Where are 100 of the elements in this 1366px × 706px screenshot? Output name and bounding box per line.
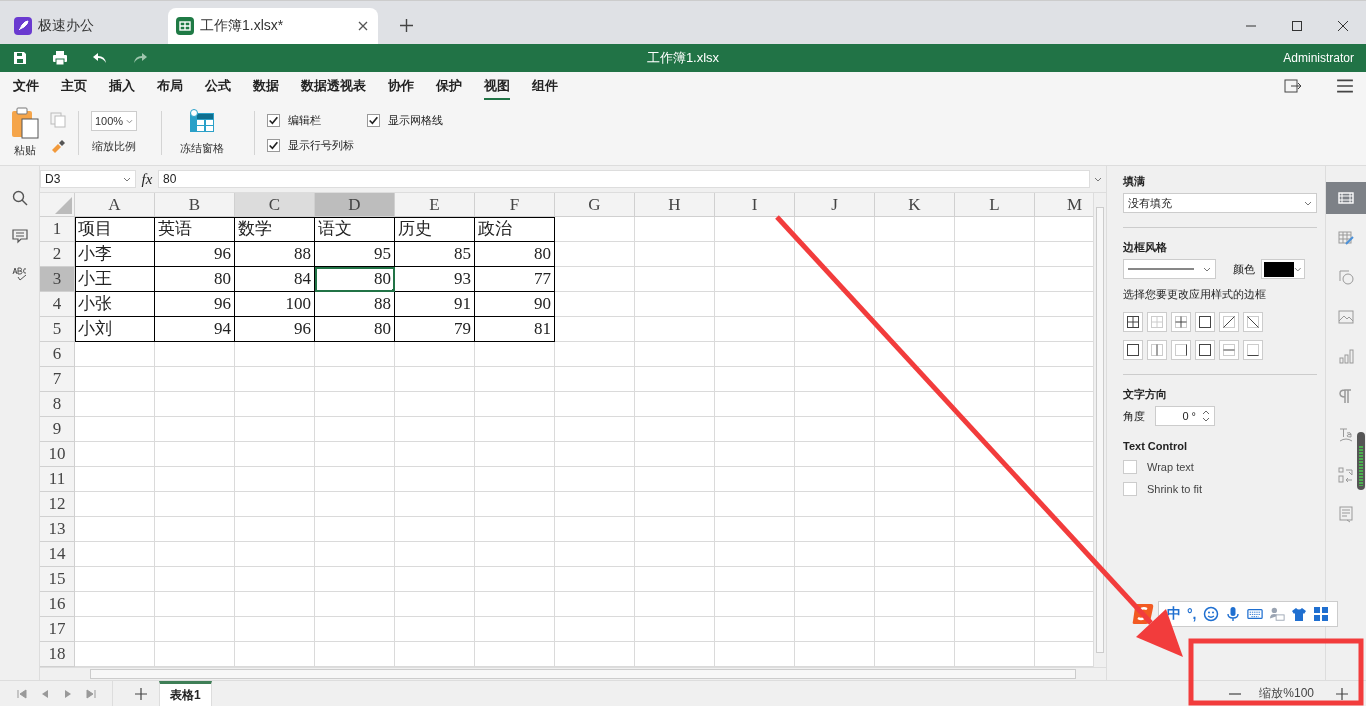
column-header[interactable]: I [715,193,795,217]
border-style-button[interactable] [1123,312,1143,332]
cell-name-box[interactable]: D3 [40,170,136,188]
checkbox[interactable] [267,113,280,127]
menu-tab[interactable]: 保护 [436,72,462,100]
row-header[interactable]: 17 [40,617,75,642]
column-header[interactable]: D [315,193,395,217]
column-header[interactable]: G [555,193,635,217]
table-cell[interactable]: 94 [155,317,235,342]
table-cell[interactable]: 80 [155,267,235,292]
smiley-icon[interactable] [1202,606,1219,622]
column-header[interactable]: C [235,193,315,217]
border-style-button[interactable] [1219,312,1239,332]
menu-tab[interactable]: 插入 [109,72,135,100]
browser-tab[interactable]: 工作簿1.xlsx* [168,8,378,44]
table-cell[interactable]: 80 [475,242,555,267]
row-header[interactable]: 14 [40,542,75,567]
row-header[interactable]: 12 [40,492,75,517]
table-cell[interactable]: 80 [315,267,395,292]
column-header[interactable]: B [155,193,235,217]
cell-settings-button[interactable] [1326,182,1366,214]
border-style-button[interactable] [1171,340,1191,360]
row-header[interactable]: 8 [40,392,75,417]
border-style-button[interactable] [1195,312,1215,332]
table-cell[interactable]: 项目 [75,217,155,242]
menu-tab[interactable]: 数据透视表 [301,72,366,100]
line-style-dropdown[interactable] [1123,259,1216,279]
table-cell[interactable]: 91 [395,292,475,317]
table-cell[interactable]: 100 [235,292,315,317]
scrollbar-thumb[interactable] [1357,432,1365,490]
export-icon[interactable] [1284,78,1302,94]
table-cell[interactable]: 语文 [315,217,395,242]
row-header[interactable]: 9 [40,417,75,442]
border-style-button[interactable] [1243,340,1263,360]
expand-icon[interactable] [1094,176,1102,182]
column-header[interactable]: J [795,193,875,217]
column-header[interactable]: M [1035,193,1093,217]
close-icon[interactable] [1337,20,1349,32]
checkbox[interactable] [1123,482,1137,496]
microphone-icon[interactable] [1224,606,1241,622]
row-header[interactable]: 18 [40,642,75,667]
table-cell[interactable]: 小王 [75,267,155,292]
table-cell[interactable]: 77 [475,267,555,292]
keyboard-icon[interactable] [1246,606,1263,622]
table-cell[interactable]: 96 [235,317,315,342]
menu-tab[interactable]: 文件 [13,72,39,100]
menu-tab[interactable]: 主页 [61,72,87,100]
last-sheet-icon[interactable] [86,688,96,699]
freeze-panes-button[interactable]: 冻结窗格 [162,109,242,156]
grid-icon[interactable] [1312,606,1329,622]
row-header[interactable]: 16 [40,592,75,617]
paste-button[interactable]: 粘贴 [10,107,40,158]
spellcheck-icon[interactable] [11,266,28,282]
zoom-dropdown[interactable]: 100% [91,111,137,131]
table-cell[interactable]: 81 [475,317,555,342]
save-icon[interactable] [12,50,28,66]
column-header[interactable]: K [875,193,955,217]
row-header[interactable]: 3 [40,267,75,292]
row-header[interactable]: 7 [40,367,75,392]
next-sheet-icon[interactable] [63,688,73,699]
border-style-button[interactable] [1243,312,1263,332]
formula-field[interactable]: 80 [158,170,1090,188]
new-tab-icon[interactable] [400,19,413,32]
shirt-icon[interactable] [1290,606,1307,622]
row-header[interactable]: 2 [40,242,75,267]
comment-icon[interactable] [11,228,28,244]
color-picker[interactable] [1261,259,1305,279]
table-cell[interactable]: 历史 [395,217,475,242]
input-mode-label[interactable]: 中 [1167,605,1181,623]
horizontal-scrollbar[interactable] [40,667,1106,680]
table-cell[interactable]: 88 [315,292,395,317]
format-painter-icon[interactable] [50,137,66,154]
border-style-button[interactable] [1195,340,1215,360]
row-header[interactable]: 13 [40,517,75,542]
row-header[interactable]: 1 [40,217,75,242]
first-sheet-icon[interactable] [17,688,27,699]
spin-arrows-icon[interactable] [1202,409,1210,423]
function-label[interactable]: fx [136,170,158,188]
menu-tab[interactable]: 协作 [388,72,414,100]
table-cell[interactable]: 数学 [235,217,315,242]
table-cell[interactable]: 96 [155,242,235,267]
menu-tab[interactable]: 数据 [253,72,279,100]
menu-tab[interactable]: 公式 [205,72,231,100]
table-cell[interactable]: 80 [315,317,395,342]
punctuation-label[interactable]: °, [1187,606,1197,622]
column-header[interactable]: F [475,193,555,217]
table-cell[interactable]: 小李 [75,242,155,267]
maximize-icon[interactable] [1291,20,1303,32]
column-header[interactable]: E [395,193,475,217]
table-cell[interactable]: 96 [155,292,235,317]
table-cell[interactable]: 84 [235,267,315,292]
fill-dropdown[interactable]: 没有填充 [1123,193,1317,213]
row-header[interactable]: 5 [40,317,75,342]
column-header[interactable]: L [955,193,1035,217]
close-icon[interactable] [358,21,368,31]
table-cell[interactable]: 90 [475,292,555,317]
user-card-icon[interactable] [1268,606,1285,622]
table-cell[interactable]: 85 [395,242,475,267]
checkbox[interactable] [367,113,380,127]
menu-tab[interactable]: 组件 [532,72,558,100]
